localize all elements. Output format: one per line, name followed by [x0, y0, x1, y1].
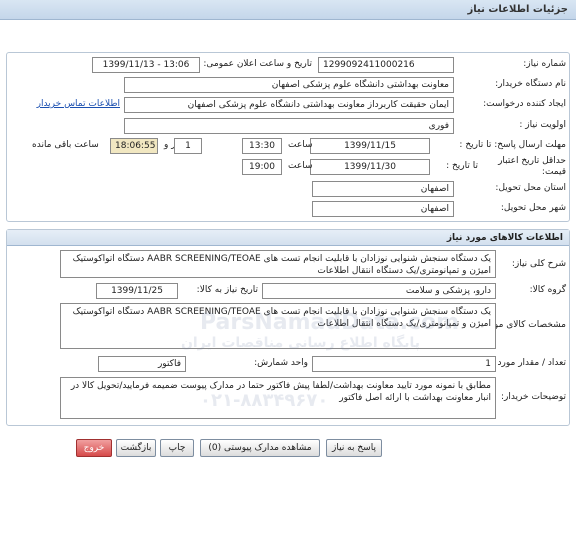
delivery-province-label: استان محل تحویل:	[495, 183, 566, 193]
need-date-label: تاریخ نیاز به کالا:	[196, 285, 258, 295]
window-title: جزئیات اطلاعات نیاز	[467, 4, 568, 15]
reply-button[interactable]: پاسخ به نیاز	[326, 439, 382, 457]
buyer-notes-field: مطابق با نمونه مورد تایید معاونت بهداشت/…	[60, 377, 496, 419]
price-validity-time: 19:00	[242, 159, 282, 175]
need-number-field: 1299092411000216	[318, 57, 454, 73]
specs-field: یک دستگاه سنجش شنوایی نوزادان با قابلیت …	[60, 303, 496, 349]
requester-label: ایجاد کننده درخواست:	[483, 99, 566, 109]
remaining-time-label: ساعت باقی مانده	[32, 140, 99, 150]
price-validity-time-label: ساعت	[288, 161, 313, 171]
general-desc-field: یک دستگاه سنجش شنوایی نوزادان با قابلیت …	[60, 250, 496, 278]
need-date-field: 1399/11/25	[96, 283, 178, 299]
attachments-button[interactable]: مشاهده مدارک پیوستی (0)	[200, 439, 320, 457]
buyer-org-field: معاونت بهداشتی دانشگاه علوم پزشکی اصفهان	[124, 77, 454, 93]
reply-deadline-label: مهلت ارسال پاسخ: تا تاریخ :	[459, 140, 566, 150]
delivery-city-field: اصفهان	[312, 201, 454, 217]
delivery-province-field: اصفهان	[312, 181, 454, 197]
goods-section-title: اطلاعات کالاهای مورد نیاز	[446, 233, 563, 243]
buyer-contact-link[interactable]: اطلاعات تماس خریدار	[20, 99, 120, 109]
reply-deadline-time-label: ساعت	[288, 140, 313, 150]
buyer-org-label: نام دستگاه خریدار:	[495, 79, 566, 89]
reply-deadline-time: 13:30	[242, 138, 282, 154]
window-title-bar: جزئیات اطلاعات نیاز	[0, 0, 576, 20]
delivery-city-label: شهر محل تحویل:	[500, 203, 566, 213]
goods-group-field: دارو، پزشکی و سلامت	[262, 283, 496, 299]
price-validity-date-label: تا تاریخ :	[446, 161, 478, 171]
priority-label: اولویت نیاز :	[519, 120, 566, 130]
requester-field: ایمان حقیقت کاربرداز معاونت بهداشتی دانش…	[124, 97, 454, 113]
need-number-label: شماره نیاز:	[523, 59, 566, 69]
exit-button[interactable]: خروج	[76, 439, 112, 457]
unit-label: واحد شمارش:	[254, 358, 308, 368]
reply-deadline-date: 1399/11/15	[310, 138, 430, 154]
price-validity-label: حداقل تاریخ اعتبار قیمت:	[498, 156, 566, 177]
announce-datetime-field: 1399/11/13 - 13:06	[92, 57, 200, 73]
back-button[interactable]: بازگشت	[116, 439, 156, 457]
days-field: 1	[174, 138, 202, 154]
remaining-time-field: 18:06:55	[110, 138, 158, 154]
general-desc-label: شرح کلی نیاز:	[511, 259, 566, 269]
price-validity-date: 1399/11/30	[310, 159, 430, 175]
goods-group-label: گروه کالا:	[529, 285, 566, 295]
goods-section-header: اطلاعات کالاهای مورد نیاز	[7, 230, 569, 246]
priority-field: فوری	[124, 118, 454, 134]
announce-datetime-label: تاریخ و ساعت اعلان عمومی:	[203, 59, 312, 69]
print-button[interactable]: چاپ	[160, 439, 194, 457]
quantity-field: 1	[312, 356, 496, 372]
unit-field: فاکتور	[98, 356, 186, 372]
